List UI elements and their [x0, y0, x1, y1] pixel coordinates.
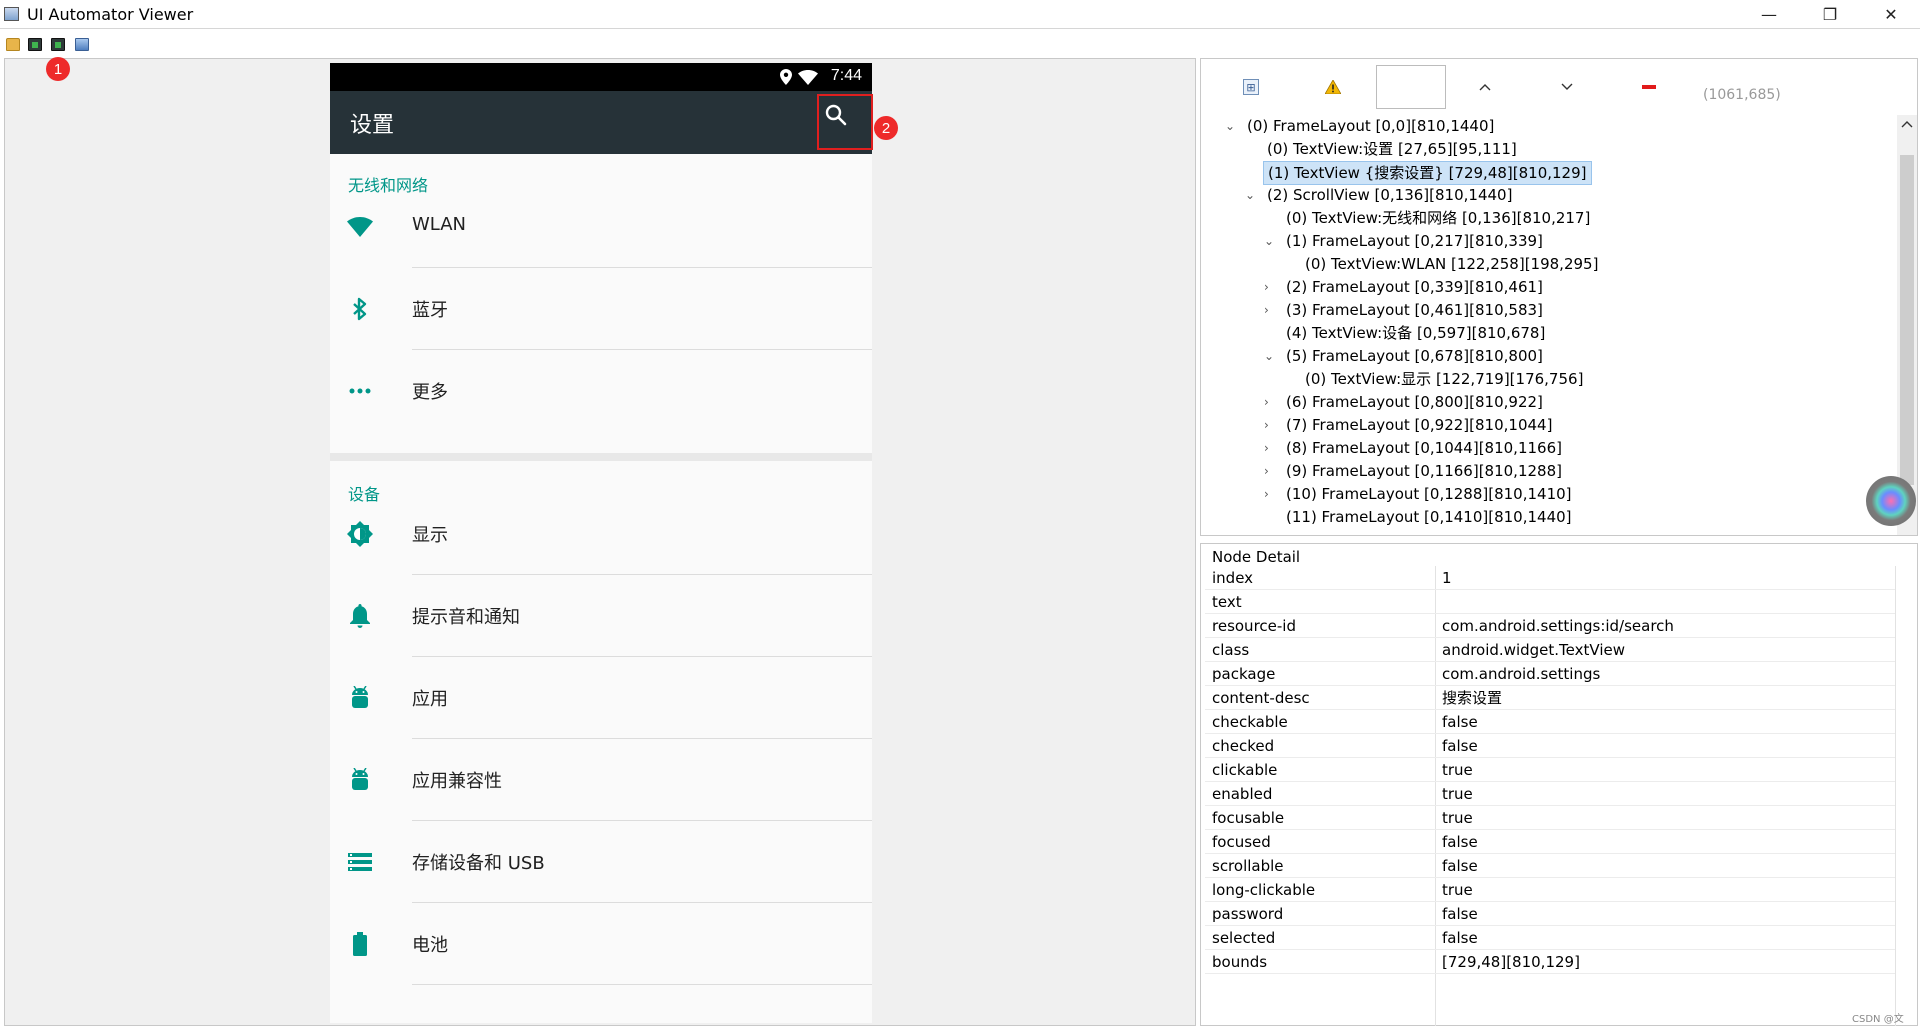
tree-expander-icon[interactable]: › [1264, 460, 1278, 482]
settings-row-label: 应用 [412, 689, 448, 710]
detail-row-text[interactable]: text [1205, 590, 1895, 614]
section-divider [330, 453, 872, 461]
detail-row-focusable[interactable]: focusable true [1205, 806, 1895, 830]
detail-row-enabled[interactable]: enabled true [1205, 782, 1895, 806]
battery-icon [347, 931, 373, 957]
more-dots-icon [347, 378, 373, 404]
collapse-minus-icon[interactable] [1641, 79, 1657, 95]
settings-row-label: 显示 [412, 525, 448, 546]
hierarchy-panel: ⊞ (1061,685) ⌄ (0) FrameLayout [0,0][810,… [1200, 58, 1918, 536]
tree-expander-icon[interactable]: › [1264, 483, 1278, 505]
storage-icon [347, 849, 373, 875]
chevron-down-icon[interactable] [1559, 79, 1575, 95]
location-icon [780, 69, 792, 85]
minimize-button[interactable]: — [1746, 0, 1792, 29]
tree-expander-icon[interactable]: ⌄ [1245, 184, 1259, 206]
device-screenshot-compressed-icon[interactable] [51, 38, 65, 51]
detail-row-scrollable[interactable]: scrollable false [1205, 854, 1895, 878]
settings-row-label: 蓝牙 [412, 300, 448, 321]
selected-node-highlight [817, 94, 873, 150]
detail-row-focused[interactable]: focused false [1205, 830, 1895, 854]
settings-row-sound[interactable]: 提示音和通知 [330, 575, 872, 657]
close-button[interactable]: ✕ [1868, 0, 1914, 29]
settings-row-label: WLAN [412, 214, 467, 235]
title-bar: UI Automator Viewer — ❐ ✕ [0, 0, 1920, 29]
tree-expander-icon[interactable]: › [1264, 299, 1278, 321]
settings-row-storage[interactable]: 存储设备和 USB [330, 821, 872, 903]
device-screenshot-icon[interactable] [28, 38, 42, 51]
bluetooth-icon [347, 296, 373, 322]
toolbar [0, 30, 1920, 55]
settings-row-label: 电池 [412, 935, 448, 956]
settings-row-apps[interactable]: 应用 [330, 657, 872, 739]
settings-row-app-compat[interactable]: 应用兼容性 [330, 739, 872, 821]
chevron-up-icon[interactable] [1477, 79, 1493, 95]
android-icon [347, 685, 373, 711]
status-time: 7:44 [830, 67, 862, 84]
annotation-badge-1: 1 [46, 57, 70, 81]
settings-row-wlan[interactable]: WLAN [330, 186, 872, 268]
tree-expander-icon[interactable]: ⌄ [1264, 230, 1278, 252]
detail-row-resource-id[interactable]: resource-id com.android.settings:id/searc… [1205, 614, 1895, 638]
detail-row-password[interactable]: password false [1205, 902, 1895, 926]
page-title: 设置 [350, 113, 395, 138]
detail-row-selected[interactable]: selected false [1205, 926, 1895, 950]
node-detail-table: index 1 text resource-id com.android.setti… [1205, 566, 1895, 974]
bell-icon [347, 603, 373, 629]
android-icon [347, 767, 373, 793]
open-folder-icon[interactable] [6, 38, 20, 51]
wifi-status-icon [798, 70, 818, 85]
settings-row-label: 应用兼容性 [412, 771, 502, 792]
status-bar: 7:44 [330, 63, 872, 91]
settings-row-more[interactable]: 更多 [330, 350, 872, 432]
tree-expander-icon[interactable]: ⌄ [1225, 115, 1239, 137]
warning-icon[interactable] [1325, 79, 1341, 95]
brightness-icon [347, 521, 373, 547]
settings-row-label: 提示音和通知 [412, 607, 520, 628]
detail-row-long-clickable[interactable]: long-clickable true [1205, 878, 1895, 902]
filter-input[interactable] [1376, 65, 1446, 109]
node-detail-title: Node Detail [1212, 548, 1301, 566]
tree-expander-icon[interactable]: › [1264, 437, 1278, 459]
hierarchy-tree[interactable]: ⌄ (0) FrameLayout [0,0][810,1440] (0) Tex… [1209, 115, 1897, 527]
detail-row-class[interactable]: class android.widget.TextView [1205, 638, 1895, 662]
scrollbar-thumb[interactable] [1900, 155, 1914, 485]
tree-expander-icon[interactable]: › [1264, 276, 1278, 298]
cursor-coordinates: (1061,685) [1703, 87, 1781, 103]
scroll-up-icon[interactable] [1901, 117, 1913, 131]
hierarchy-toolbar: ⊞ (1061,685) [1201, 59, 1917, 113]
detail-row-checked[interactable]: checked false [1205, 734, 1895, 758]
detail-row-clickable[interactable]: clickable true [1205, 758, 1895, 782]
device-screenshot[interactable]: 7:44 设置 无线和网络 WLAN 蓝牙 更多 设备 显示 提示音和通知 应用… [330, 63, 872, 1023]
floating-assistant-icon[interactable] [1866, 476, 1916, 526]
watermark: CSDN @文 [1852, 1014, 1904, 1025]
detail-row-bounds[interactable]: bounds [729,48][810,129] [1205, 950, 1895, 974]
app-icon [4, 7, 19, 21]
detail-row-content-desc[interactable]: content-desc 搜索设置 [1205, 686, 1895, 710]
tree-expander-icon[interactable]: › [1264, 414, 1278, 436]
settings-row-label: 更多 [412, 382, 448, 403]
settings-row-label: 存储设备和 USB [412, 853, 545, 874]
settings-row-bluetooth[interactable]: 蓝牙 [330, 268, 872, 350]
settings-row-display[interactable]: 显示 [330, 493, 872, 575]
node-detail-panel: Node Detail index 1 text resource-id com.a… [1200, 543, 1918, 1026]
wifi-icon [347, 214, 373, 240]
expand-all-icon[interactable]: ⊞ [1243, 79, 1259, 95]
app-bar: 设置 [330, 91, 872, 154]
tree-scrollbar[interactable] [1897, 115, 1917, 535]
window-title: UI Automator Viewer [27, 5, 194, 24]
tree-expander-icon[interactable]: ⌄ [1264, 345, 1278, 367]
maximize-button[interactable]: ❐ [1807, 0, 1853, 29]
detail-row-index[interactable]: index 1 [1205, 566, 1895, 590]
tree-expander-icon[interactable]: › [1264, 391, 1278, 413]
settings-row-battery[interactable]: 电池 [330, 903, 872, 985]
annotation-badge-2: 2 [874, 116, 898, 140]
detail-row-package[interactable]: package com.android.settings [1205, 662, 1895, 686]
save-icon[interactable] [75, 38, 89, 51]
detail-row-checkable[interactable]: checkable false [1205, 710, 1895, 734]
